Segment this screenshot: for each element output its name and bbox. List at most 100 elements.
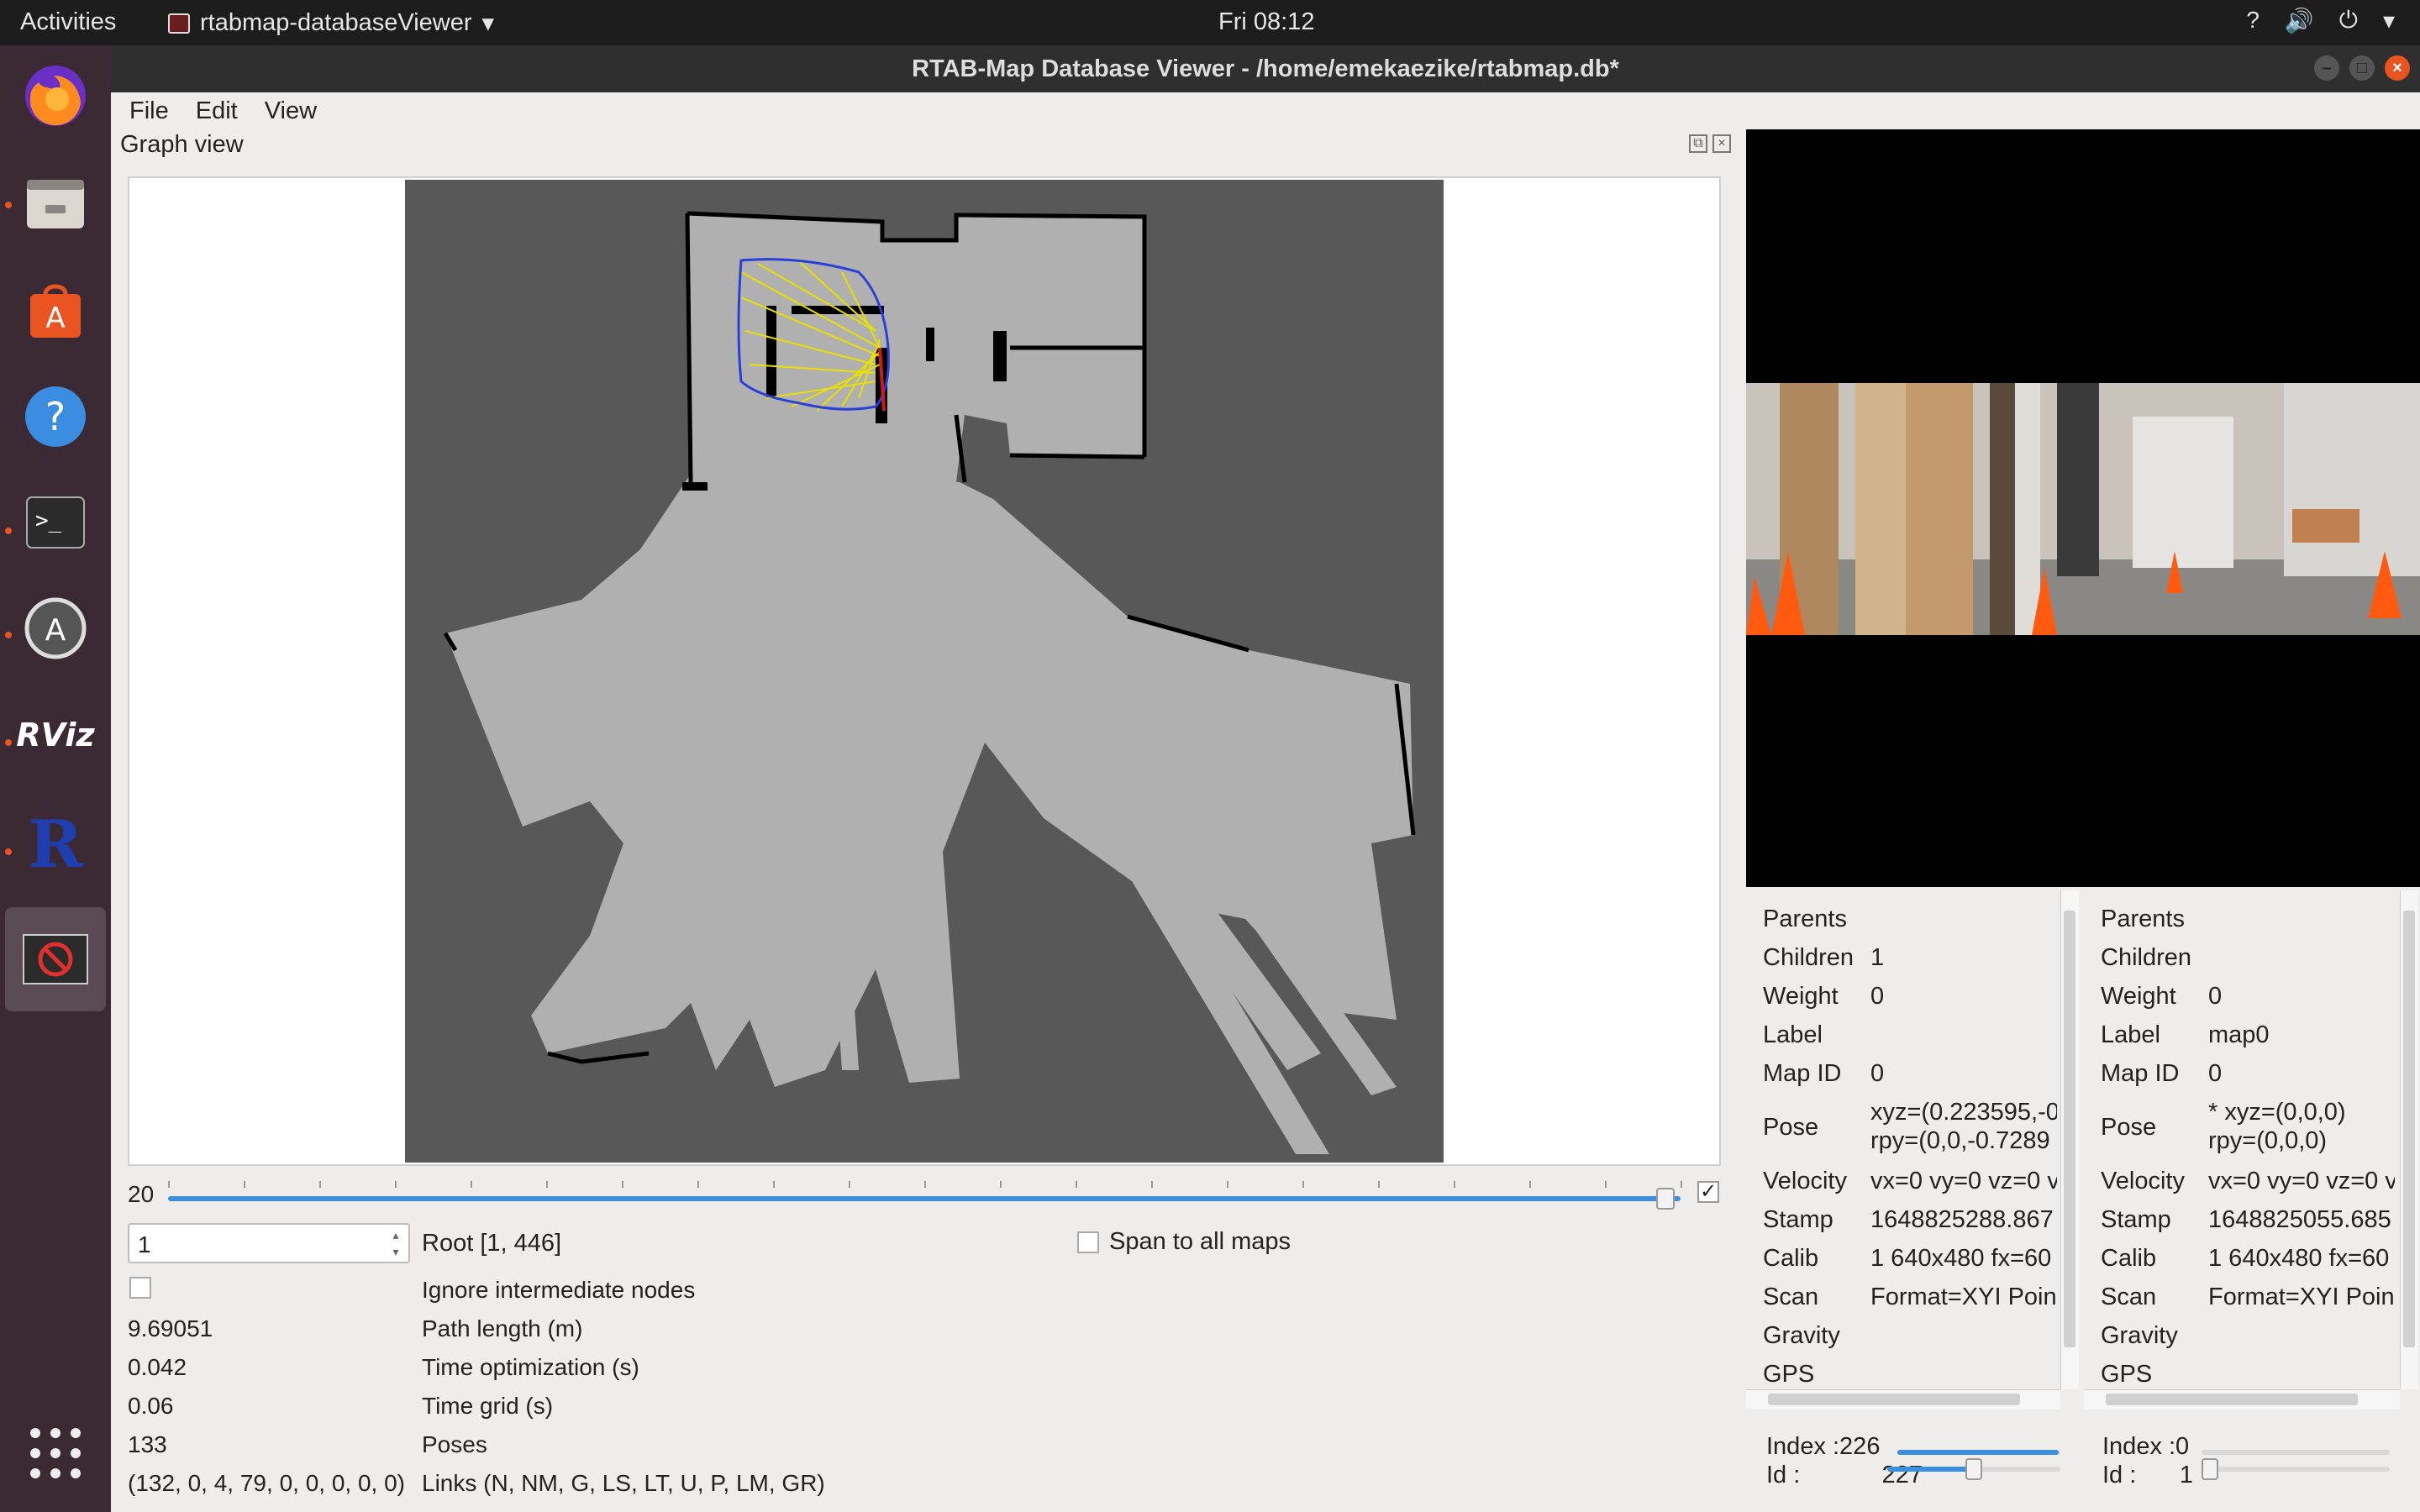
- database-viewer-launcher[interactable]: [5, 907, 106, 1011]
- software-launcher[interactable]: A: [15, 270, 96, 351]
- files-launcher[interactable]: [15, 163, 96, 244]
- info-value: Format=XYI Poin: [2208, 1284, 2395, 1310]
- slider-tick: [319, 1181, 321, 1188]
- info-key: Map ID: [2101, 1060, 2180, 1087]
- vertical-scrollbar[interactable]: [2060, 890, 2079, 1389]
- slider-handle[interactable]: [1965, 1458, 1982, 1480]
- root-label: Root [1, 446]: [422, 1230, 562, 1257]
- node-id-value: 1: [138, 1231, 151, 1257]
- left-id-slider[interactable]: [1887, 1458, 2060, 1480]
- node-info-right[interactable]: Parents Children Weight 0 Label map0 Map…: [2084, 890, 2420, 1410]
- iterations-value: 20: [128, 1181, 155, 1207]
- info-value: rpy=(0,0,0): [2208, 1127, 2328, 1154]
- power-icon[interactable]: ⏻: [2339, 7, 2358, 34]
- system-tray[interactable]: ? 🔊 ⏻ ▾: [2246, 7, 2395, 34]
- r-icon: R: [29, 806, 84, 877]
- iterations-checkbox[interactable]: ✓: [1697, 1181, 1719, 1203]
- horizontal-scrollbar[interactable]: [1746, 1389, 2060, 1410]
- span-to-all-maps-checkbox[interactable]: [1077, 1231, 1099, 1253]
- ignore-intermediate-checkbox[interactable]: [129, 1277, 151, 1299]
- info-value: 0: [1870, 1060, 1885, 1087]
- slider-tick: [697, 1181, 699, 1188]
- info-key: Gravity: [1763, 1322, 1840, 1349]
- vertical-scrollbar[interactable]: [2400, 890, 2418, 1389]
- menu-edit[interactable]: Edit: [196, 97, 238, 129]
- help-launcher[interactable]: ?: [15, 376, 96, 457]
- slider-tick: [1529, 1181, 1531, 1188]
- info-key: Velocity: [1763, 1168, 1847, 1194]
- info-key: Parents: [1763, 906, 1847, 932]
- chevron-down-icon[interactable]: ▾: [2383, 7, 2395, 34]
- help-icon: ?: [25, 386, 86, 447]
- image-view[interactable]: [1746, 129, 2420, 887]
- r-launcher[interactable]: R: [15, 801, 96, 882]
- slider-tick: [471, 1181, 472, 1188]
- info-key: Stamp: [1763, 1206, 1833, 1233]
- files-icon: [27, 180, 84, 228]
- maximize-button[interactable]: □: [2349, 55, 2375, 81]
- horizontal-scrollbar[interactable]: [2084, 1389, 2400, 1410]
- graph-view[interactable]: [128, 176, 1721, 1166]
- menu-view[interactable]: View: [265, 97, 317, 129]
- clock[interactable]: Fri 08:12: [1218, 8, 1314, 36]
- info-value: 0: [2208, 983, 2223, 1010]
- network-icon[interactable]: ?: [2246, 7, 2260, 34]
- info-key: Pose: [1763, 1114, 1819, 1141]
- poses-value: 133: [128, 1431, 167, 1457]
- running-indicator: [5, 528, 12, 534]
- slider-tick: [1454, 1181, 1455, 1188]
- minimize-button[interactable]: –: [2314, 55, 2339, 81]
- slider-tick: [1227, 1181, 1228, 1188]
- menu-bar: File Edit View: [111, 92, 2420, 129]
- float-dock-button[interactable]: ⧉: [1689, 134, 1707, 153]
- firefox-launcher[interactable]: [15, 55, 96, 136]
- updater-launcher[interactable]: A: [15, 588, 96, 669]
- iterations-slider-handle[interactable]: [1656, 1188, 1675, 1210]
- app-menu[interactable]: rtabmap-databaseViewer ▾: [168, 8, 494, 38]
- info-key: GPS: [2101, 1361, 2153, 1388]
- info-key: Weight: [1763, 983, 1839, 1010]
- occupancy-map[interactable]: [405, 180, 1444, 1163]
- spin-arrows-icon[interactable]: ▴ ▾: [387, 1226, 405, 1260]
- activities-button[interactable]: Activities: [20, 8, 116, 36]
- node-info-left[interactable]: Parents Children 1 Weight 0 Label Map ID…: [1746, 890, 2082, 1410]
- window-titlebar[interactable]: RTAB-Map Database Viewer - /home/emekaez…: [111, 45, 2420, 92]
- updater-icon: A: [24, 597, 87, 659]
- left-index-label: Index :226: [1766, 1433, 1881, 1460]
- software-icon: A: [30, 284, 81, 338]
- terminal-launcher[interactable]: >_: [15, 482, 96, 563]
- chevron-down-icon: ▾: [481, 10, 495, 37]
- iterations-slider[interactable]: [168, 1196, 1681, 1201]
- close-dock-button[interactable]: ×: [1712, 134, 1731, 153]
- right-id-slider[interactable]: [2202, 1458, 2390, 1480]
- left-index-slider[interactable]: [1897, 1450, 2060, 1455]
- info-value: Format=XYI Poin: [1870, 1284, 2057, 1310]
- slider-tick: [1000, 1181, 1002, 1188]
- right-index-slider[interactable]: [2202, 1450, 2390, 1455]
- svg-text:R: R: [29, 806, 84, 877]
- info-key: Scan: [1763, 1284, 1819, 1310]
- volume-icon[interactable]: 🔊: [2285, 7, 2314, 34]
- menu-file[interactable]: File: [129, 97, 169, 129]
- occupancy-grid: [443, 211, 1416, 1154]
- app-menu-label: rtabmap-databaseViewer: [200, 9, 472, 36]
- slider-fill: [1897, 1450, 2060, 1455]
- info-key: Map ID: [1763, 1060, 1842, 1087]
- slider-tick: [1378, 1181, 1380, 1188]
- database-viewer-icon: [23, 934, 88, 984]
- slider-tick: [622, 1181, 623, 1188]
- slider-tick: [924, 1181, 926, 1188]
- slider-handle[interactable]: [2202, 1458, 2218, 1480]
- info-value: rpy=(0,0,-0.7289: [1870, 1127, 2050, 1154]
- node-id-spinbox[interactable]: 1 ▴ ▾: [128, 1223, 410, 1263]
- show-applications-icon[interactable]: [25, 1423, 86, 1483]
- svg-text:A: A: [45, 613, 66, 648]
- window-title: RTAB-Map Database Viewer - /home/emekaez…: [912, 55, 1619, 82]
- links-label: Links (N, NM, G, LS, LT, U, P, LM, GR): [422, 1470, 825, 1496]
- info-value: 1648825055.685: [2208, 1206, 2391, 1233]
- rviz-launcher[interactable]: RViz: [15, 694, 96, 774]
- slider-tick: [546, 1181, 548, 1188]
- close-button[interactable]: ×: [2385, 55, 2410, 81]
- info-key: Pose: [2101, 1114, 2157, 1141]
- slider-tick: [1151, 1181, 1153, 1188]
